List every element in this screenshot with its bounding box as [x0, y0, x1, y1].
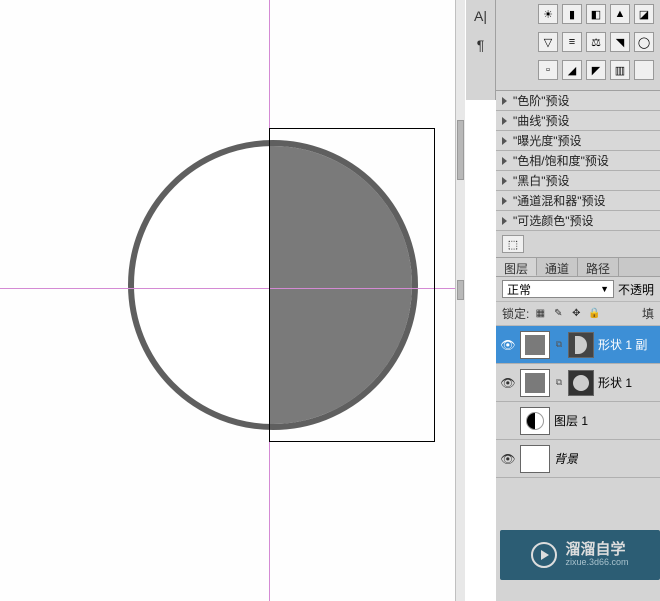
lock-row: 锁定: ▦ ✎ ✥ 🔒 填 — [496, 302, 660, 326]
preset-label: "色阶"预设 — [513, 92, 570, 109]
brightness-contrast-icon[interactable]: ☀ — [538, 4, 558, 24]
tab-channels[interactable]: 通道 — [537, 258, 578, 276]
canvas-scrollbar[interactable] — [455, 0, 465, 601]
canvas-area[interactable] — [0, 0, 460, 601]
lock-label: 锁定: — [502, 305, 529, 322]
layer-name: 形状 1 — [598, 374, 632, 391]
vibrance-icon[interactable]: ◪ — [634, 4, 654, 24]
panel-action-icon[interactable]: ⬚ — [502, 235, 524, 253]
expand-icon — [502, 117, 507, 125]
selective-color-icon[interactable] — [634, 60, 654, 80]
right-panel: ☀ ▮ ◧ ▲ ◪ ▽ ≡ ⚖ ◥ ◯ ▫ ◢ ◤ ▥ "色阶"预设 "曲线" — [496, 0, 660, 601]
visibility-eye-icon[interactable]: 👁 — [500, 451, 516, 467]
black-white-icon[interactable]: ⚖ — [586, 32, 606, 52]
preset-item-selective-color[interactable]: "可选颜色"预设 — [496, 211, 660, 231]
expand-icon — [502, 177, 507, 185]
layer-thumb[interactable] — [520, 407, 550, 435]
layer-name: 形状 1 副 — [598, 336, 647, 353]
adjustments-panel: ☀ ▮ ◧ ▲ ◪ ▽ ≡ ⚖ ◥ ◯ ▫ ◢ ◤ ▥ — [496, 0, 660, 84]
exposure-icon[interactable]: ▲ — [610, 4, 630, 24]
preset-item-levels[interactable]: "色阶"预设 — [496, 91, 660, 111]
gradient-map-icon[interactable]: ▥ — [610, 60, 630, 80]
visibility-eye-icon[interactable]: 👁 — [500, 337, 516, 353]
preset-item-black-white[interactable]: "黑白"预设 — [496, 171, 660, 191]
preset-label: "曝光度"预设 — [513, 132, 582, 149]
lock-pixels-icon[interactable]: ✎ — [551, 307, 565, 321]
blend-mode-select[interactable]: 正常 ▼ — [502, 280, 614, 298]
blend-mode-value: 正常 — [507, 281, 531, 298]
preset-item-exposure[interactable]: "曝光度"预设 — [496, 131, 660, 151]
tab-paths[interactable]: 路径 — [578, 258, 619, 276]
fill-label: 填 — [642, 305, 654, 322]
visibility-eye-icon[interactable]: 👁 — [500, 375, 516, 391]
link-icon: ⧉ — [554, 377, 564, 388]
panel-tabs: 图层 通道 路径 — [496, 257, 660, 277]
layer-name: 图层 1 — [554, 412, 588, 429]
link-icon: ⧉ — [554, 339, 564, 350]
preset-label: "通道混和器"预设 — [513, 192, 606, 209]
expand-icon — [502, 157, 507, 165]
layer-name: 背景 — [554, 450, 578, 467]
selection-rectangle[interactable] — [269, 128, 435, 442]
layer-thumb[interactable] — [520, 369, 550, 397]
opacity-label: 不透明 — [618, 281, 654, 298]
curves-icon[interactable]: ◧ — [586, 4, 606, 24]
play-icon — [531, 542, 557, 568]
preset-list: "色阶"预设 "曲线"预设 "曝光度"预设 "色相/饱和度"预设 "黑白"预设 … — [496, 90, 660, 231]
levels-icon[interactable]: ▮ — [562, 4, 582, 24]
visibility-eye-icon[interactable] — [500, 413, 516, 429]
expand-icon — [502, 97, 507, 105]
lock-all-icon[interactable]: 🔒 — [587, 307, 601, 321]
layer-row-layer1[interactable]: 图层 1 — [496, 402, 660, 440]
paragraph-tool-icon[interactable]: ¶ — [468, 32, 494, 58]
expand-icon — [502, 197, 507, 205]
preset-label: "可选颜色"预设 — [513, 212, 594, 229]
lock-position-icon[interactable]: ✥ — [569, 307, 583, 321]
preset-item-channel-mixer[interactable]: "通道混和器"预设 — [496, 191, 660, 211]
preset-item-curves[interactable]: "曲线"预设 — [496, 111, 660, 131]
blend-mode-row: 正常 ▼ 不透明 — [496, 277, 660, 302]
scroll-thumb[interactable] — [457, 120, 464, 180]
color-balance-icon[interactable]: ≡ — [562, 32, 582, 52]
vector-mask-thumb[interactable] — [568, 332, 594, 358]
invert-icon[interactable]: ▫ — [538, 60, 558, 80]
layer-thumb[interactable] — [520, 445, 550, 473]
hue-sat-icon[interactable]: ▽ — [538, 32, 558, 52]
preset-item-hue-sat[interactable]: "色相/饱和度"预设 — [496, 151, 660, 171]
preset-label: "黑白"预设 — [513, 172, 570, 189]
posterize-icon[interactable]: ◢ — [562, 60, 582, 80]
photo-filter-icon[interactable]: ◥ — [610, 32, 630, 52]
expand-icon — [502, 217, 507, 225]
layer-row-shape1[interactable]: 👁 ⧉ 形状 1 — [496, 364, 660, 402]
watermark-title: 溜溜自学 — [565, 542, 628, 559]
watermark: 溜溜自学 zixue.3d66.com — [500, 530, 660, 580]
lock-transparency-icon[interactable]: ▦ — [533, 307, 547, 321]
preset-label: "曲线"预设 — [513, 112, 570, 129]
expand-icon — [502, 137, 507, 145]
text-tool-column: A| ¶ — [466, 0, 496, 100]
channel-mixer-icon[interactable]: ◯ — [634, 32, 654, 52]
layer-row-shape1-copy[interactable]: 👁 ⧉ 形状 1 副 — [496, 326, 660, 364]
vector-mask-thumb[interactable] — [568, 370, 594, 396]
layer-row-background[interactable]: 👁 背景 — [496, 440, 660, 478]
layers-list: 👁 ⧉ 形状 1 副 👁 ⧉ 形状 1 — [496, 326, 660, 478]
chevron-down-icon: ▼ — [600, 284, 609, 294]
tab-layers[interactable]: 图层 — [496, 258, 537, 276]
threshold-icon[interactable]: ◤ — [586, 60, 606, 80]
watermark-url: zixue.3d66.com — [565, 558, 628, 568]
vertical-type-tool-icon[interactable]: A| — [468, 3, 494, 29]
layer-thumb[interactable] — [520, 331, 550, 359]
scroll-thumb[interactable] — [457, 280, 464, 300]
preset-label: "色相/饱和度"预设 — [513, 152, 609, 169]
